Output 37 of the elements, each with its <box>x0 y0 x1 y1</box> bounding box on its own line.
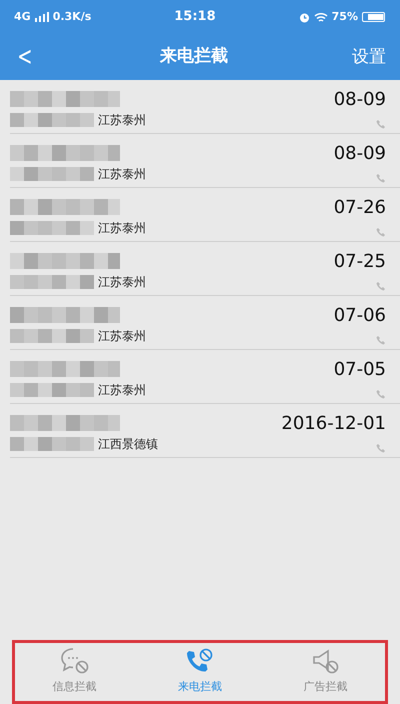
page-title: 来电拦截 <box>160 45 228 68</box>
call-date: 08-09 <box>334 88 386 112</box>
phone-icon <box>376 335 386 345</box>
call-location: 江西景德镇 <box>98 436 158 453</box>
phone-icon <box>376 227 386 237</box>
tab[interactable]: 广告拦截 <box>262 641 388 704</box>
call-date: 2016-12-01 <box>281 412 386 436</box>
phone-icon <box>376 443 386 453</box>
battery-level: 75% <box>332 8 358 25</box>
phone-icon <box>376 119 386 129</box>
call-location: 江苏泰州 <box>98 382 146 399</box>
call-location: 江苏泰州 <box>98 112 146 129</box>
network-type: 4G <box>14 8 31 25</box>
call-date: 07-26 <box>334 196 386 220</box>
clock: 15:18 <box>174 8 216 26</box>
phone-icon <box>376 389 386 399</box>
signal-icon <box>34 12 49 22</box>
phone-icon <box>376 173 386 183</box>
call-location: 江苏泰州 <box>98 274 146 291</box>
megaphone-block-icon <box>310 647 340 675</box>
tab[interactable]: 来电拦截 <box>137 641 263 704</box>
call-location: 江苏泰州 <box>98 220 146 237</box>
alarm-icon <box>298 12 310 22</box>
call-date: 07-06 <box>334 304 386 328</box>
wifi-icon <box>314 12 328 22</box>
phone-icon <box>376 281 386 291</box>
call-location: 江苏泰州 <box>98 166 146 183</box>
settings-button[interactable]: 设置 <box>352 48 386 66</box>
network-speed: 0.3K/s <box>52 8 92 25</box>
call-location: 江苏泰州 <box>98 328 146 345</box>
call-date: 08-09 <box>334 142 386 166</box>
call-date: 07-25 <box>334 250 386 274</box>
back-button[interactable]: < <box>17 44 33 70</box>
tab[interactable]: 信息拦截 <box>12 641 138 704</box>
chat-block-icon <box>60 647 90 675</box>
battery-icon <box>362 12 386 22</box>
call-date: 07-05 <box>334 358 386 382</box>
